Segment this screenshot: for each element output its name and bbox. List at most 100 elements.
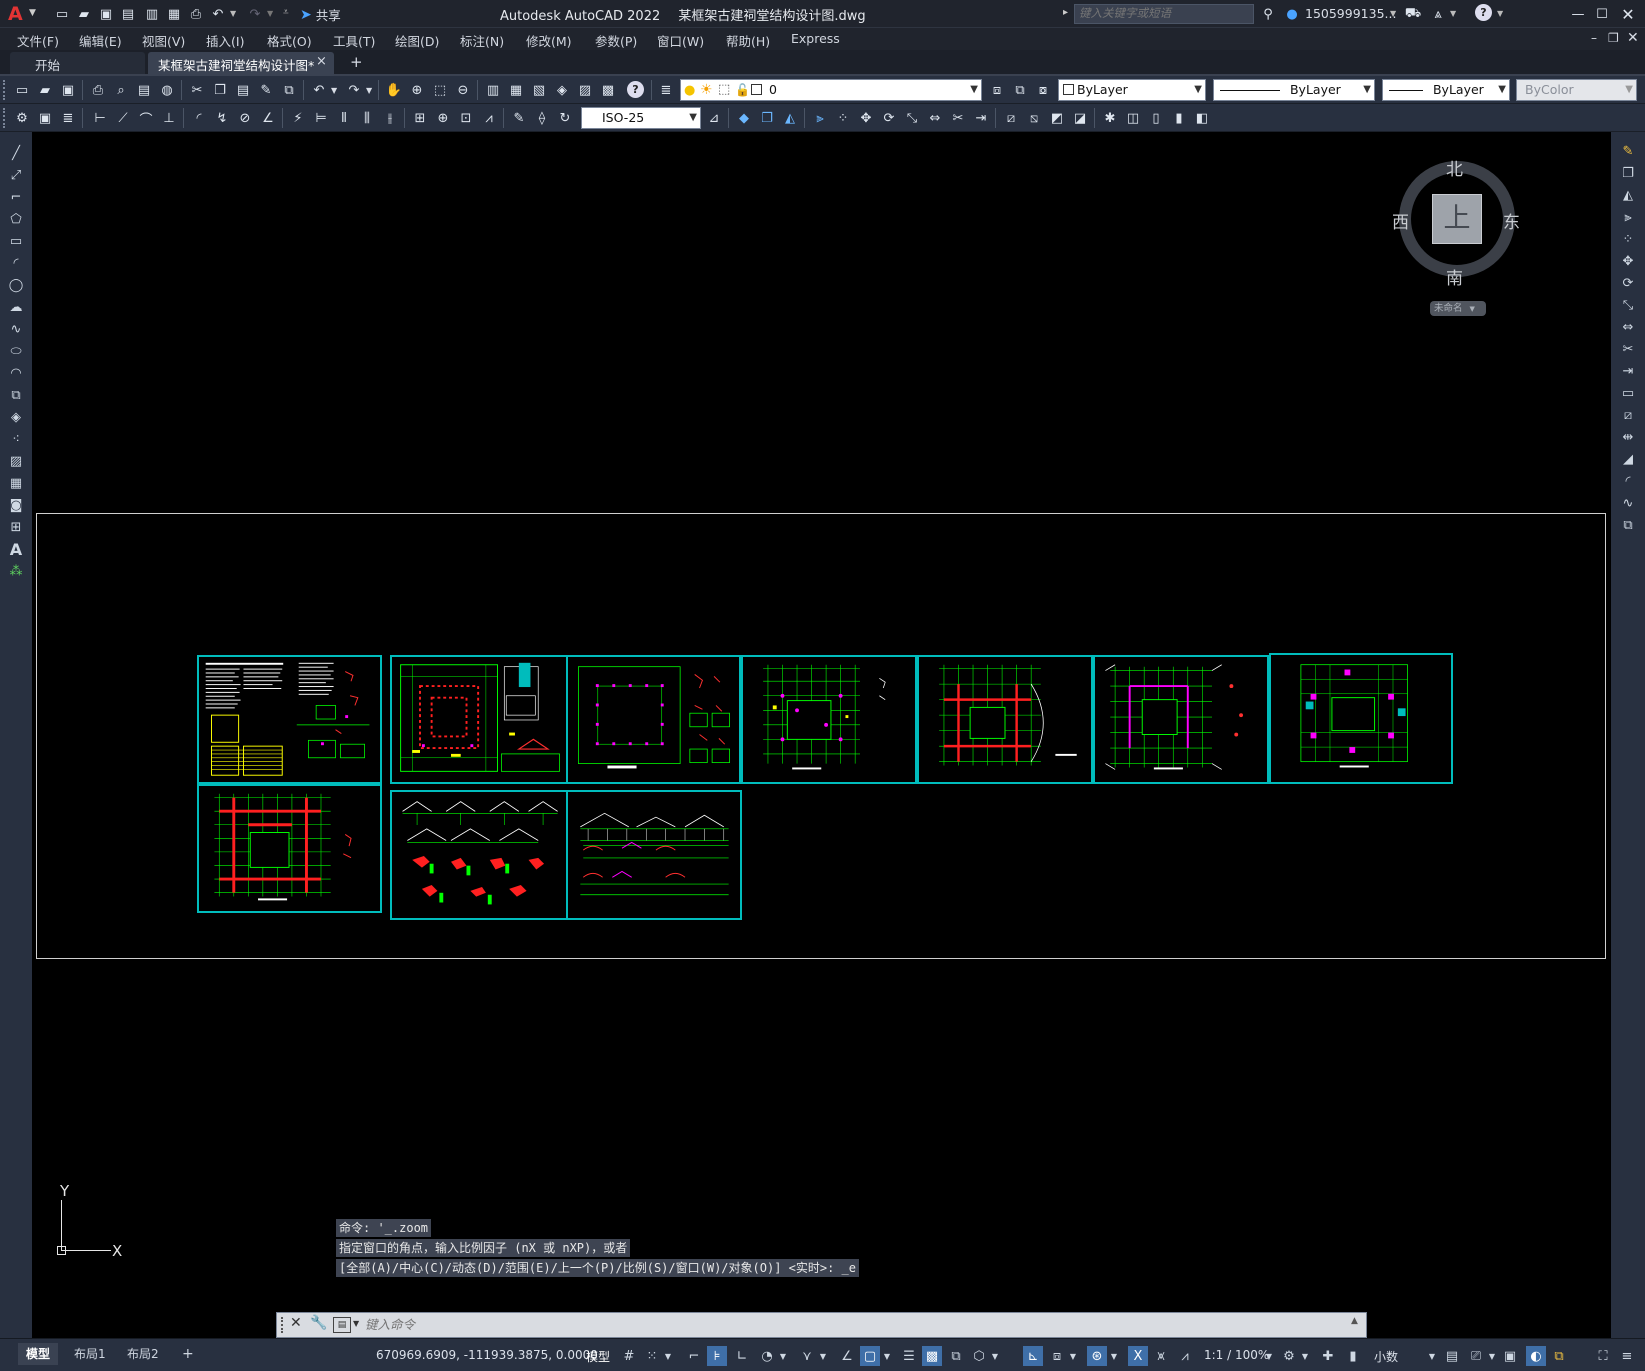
- ortho-icon[interactable]: ∟: [733, 1346, 751, 1366]
- autocad-logo-icon[interactable]: A: [8, 3, 28, 25]
- customization-menu-icon[interactable]: ≡: [1618, 1346, 1636, 1366]
- save-as-icon[interactable]: ▤: [118, 4, 138, 24]
- break-r-icon[interactable]: ⧄: [1618, 406, 1638, 424]
- user-icon[interactable]: ●: [1282, 4, 1302, 24]
- extend-icon[interactable]: ⇥: [971, 108, 991, 128]
- rectangle-icon[interactable]: ▭: [6, 232, 26, 250]
- add-selected-icon[interactable]: ⁂: [6, 562, 26, 580]
- table-icon[interactable]: ⊞: [6, 518, 26, 536]
- mirror-r-icon[interactable]: ◭: [1618, 186, 1638, 204]
- edit-hatch-icon[interactable]: ◧: [1192, 108, 1212, 128]
- save-icon[interactable]: ▣: [96, 4, 116, 24]
- center-mark-icon[interactable]: ⊕: [433, 108, 453, 128]
- quick-properties-icon[interactable]: ▤: [1443, 1346, 1461, 1366]
- dim-continue-icon[interactable]: ⫴: [334, 108, 354, 128]
- copy-obj-icon[interactable]: ❐: [757, 108, 777, 128]
- learn-icon[interactable]: ⩓: [1428, 4, 1448, 24]
- drawing-sheet-floor-plan-1[interactable]: [741, 655, 917, 784]
- undo-icon[interactable]: ↶: [208, 4, 228, 24]
- move-icon[interactable]: ✥: [856, 108, 876, 128]
- command-grip[interactable]: [281, 1317, 285, 1333]
- save-file-icon[interactable]: ▣: [58, 80, 78, 100]
- dim-update-icon[interactable]: ↻: [555, 108, 575, 128]
- annotation-scale-dropdown-icon[interactable]: ▼: [1264, 1346, 1274, 1366]
- toolbar-grip[interactable]: [3, 108, 7, 128]
- drawing-sheet-roof-plan[interactable]: [1093, 655, 1269, 784]
- break-icon[interactable]: ⧄: [1001, 108, 1021, 128]
- fillet-r-icon[interactable]: ◜: [1618, 472, 1638, 490]
- annotation-visibility-icon[interactable]: Ⅹ: [1128, 1346, 1148, 1366]
- array-r-icon[interactable]: ⁘: [1618, 230, 1638, 248]
- menu-file[interactable]: 文件(F): [17, 31, 59, 50]
- doc-restore-icon[interactable]: ❐: [1608, 31, 1619, 45]
- tool-palettes-icon[interactable]: ▧: [529, 80, 549, 100]
- grid-icon[interactable]: #: [620, 1346, 638, 1366]
- drawing-canvas[interactable]: 上 北 南 东 西 未命名 ▼ Y X 命令: '_.zoom 指定窗口的角点，…: [32, 132, 1611, 1338]
- drawing-sheet-sections[interactable]: [390, 790, 575, 920]
- hatch-icon[interactable]: ▨: [6, 452, 26, 470]
- doc-minimize-icon[interactable]: –: [1591, 31, 1597, 45]
- new-icon[interactable]: ▭: [52, 4, 72, 24]
- pan-icon[interactable]: ✋: [384, 80, 404, 100]
- dim-break-icon[interactable]: ⫲: [380, 108, 400, 128]
- transparency-icon[interactable]: ▩: [922, 1346, 942, 1366]
- stretch-icon[interactable]: ⇔: [925, 108, 945, 128]
- scale-icon[interactable]: ⤡: [902, 108, 922, 128]
- snap-dropdown-icon[interactable]: ▼: [663, 1346, 673, 1366]
- line-icon[interactable]: ╱: [6, 144, 26, 162]
- dim-diameter-icon[interactable]: ⊘: [235, 108, 255, 128]
- drawing-sheet-notes[interactable]: [197, 655, 382, 784]
- drawing-sheet-column-layout[interactable]: [566, 655, 741, 784]
- units-value[interactable]: 小数: [1374, 1348, 1398, 1365]
- undo-dropdown-icon[interactable]: ▼: [230, 9, 236, 18]
- layer-dropdown[interactable]: ● ☀ ⬚ 🔓 0 ▼: [680, 79, 982, 101]
- jogged-linear-icon[interactable]: ⩘: [479, 108, 499, 128]
- open-icon[interactable]: ▰: [74, 4, 94, 24]
- compass-east-label[interactable]: 东: [1503, 208, 1520, 233]
- plot-icon[interactable]: ▦: [164, 4, 184, 24]
- layer-properties-icon[interactable]: ≣: [656, 80, 676, 100]
- add-layout-button[interactable]: +: [174, 1343, 202, 1365]
- isodraft-dropdown-icon[interactable]: ▼: [818, 1346, 828, 1366]
- properties-icon[interactable]: ▥: [483, 80, 503, 100]
- array-icon[interactable]: ⁘: [833, 108, 853, 128]
- gizmo-dropdown-icon[interactable]: ▼: [1109, 1346, 1119, 1366]
- drawing-sheet-floor-plan-2[interactable]: [1269, 653, 1453, 784]
- lock-ui-dropdown-icon[interactable]: ▼: [1487, 1346, 1497, 1366]
- inspect-icon[interactable]: ⊡: [456, 108, 476, 128]
- auto-scale-icon[interactable]: ⩙: [1152, 1346, 1170, 1366]
- help-tb-icon[interactable]: ?: [627, 81, 644, 98]
- model-space-button[interactable]: 模型: [586, 1348, 610, 1365]
- 3d-osnap-dropdown-icon[interactable]: ▼: [990, 1346, 1000, 1366]
- doc-close-icon[interactable]: ✕: [1627, 30, 1639, 46]
- dim-space-icon[interactable]: ⫼: [357, 108, 377, 128]
- revision-cloud-icon[interactable]: ☁: [6, 298, 26, 316]
- copy-icon[interactable]: ❐: [210, 80, 230, 100]
- lineweight-icon[interactable]: ☰: [900, 1346, 918, 1366]
- isolate-objects-icon[interactable]: ▣: [1501, 1346, 1519, 1366]
- layout-tab-2[interactable]: 布局2: [119, 1343, 167, 1365]
- dim-jogged-icon[interactable]: ↯: [212, 108, 232, 128]
- redo-dropdown-icon[interactable]: ▼: [267, 9, 273, 18]
- paste-icon[interactable]: ▤: [233, 80, 253, 100]
- erase-icon[interactable]: ◆: [734, 108, 754, 128]
- command-customize-icon[interactable]: 🔧: [310, 1315, 327, 1331]
- drawing-sheet-beam-plan-1[interactable]: [917, 655, 1093, 784]
- annotation-scale-value[interactable]: 1:1 / 100%: [1204, 1348, 1269, 1362]
- tab-start[interactable]: 开始: [10, 52, 145, 74]
- fillet-icon[interactable]: ◪: [1070, 108, 1090, 128]
- zoom-realtime-icon[interactable]: ⊕: [407, 80, 427, 100]
- polygon-icon[interactable]: ⬠: [6, 210, 26, 228]
- drawing-sheet-framing-plan[interactable]: [197, 784, 382, 913]
- dynamic-input-icon[interactable]: ⊧: [707, 1346, 727, 1366]
- command-scroll-up-icon[interactable]: ▲: [1351, 1316, 1358, 1326]
- make-block-icon[interactable]: ◈: [6, 408, 26, 426]
- ucs-menu-button[interactable]: 未命名 ▼: [1430, 301, 1486, 316]
- copy-r-icon[interactable]: ❐: [1618, 164, 1638, 182]
- fullscreen-icon[interactable]: ⛶: [1594, 1346, 1612, 1366]
- construction-line-icon[interactable]: ⤢: [6, 166, 26, 184]
- scale-r-icon[interactable]: ⤡: [1618, 296, 1638, 314]
- ws-layers-icon[interactable]: ≣: [58, 108, 78, 128]
- coordinates-display[interactable]: 670969.6909, -111939.3875, 0.0000: [376, 1348, 598, 1362]
- search-expand-icon[interactable]: ▸: [1063, 7, 1068, 18]
